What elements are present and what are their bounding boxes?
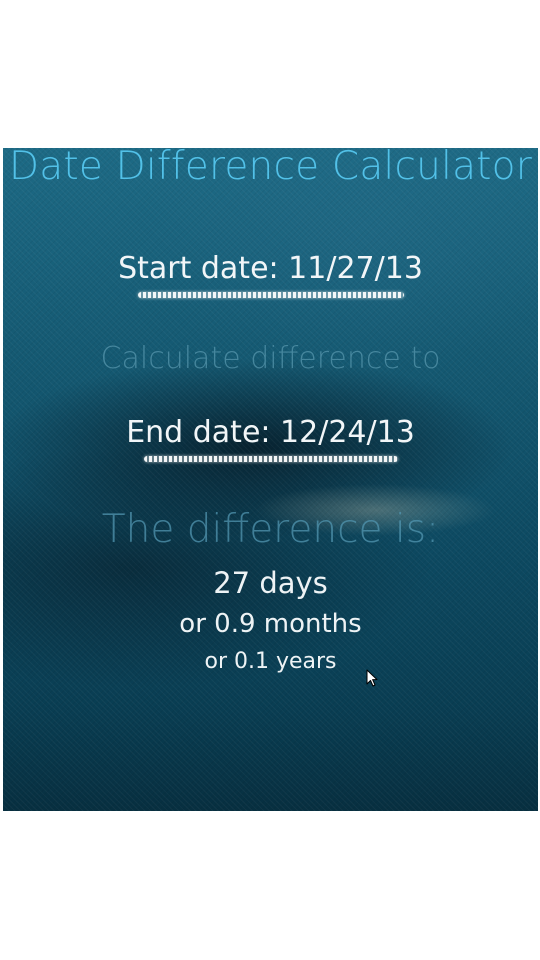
result-years: or 0.1 years [204, 649, 337, 674]
end-date-underline [143, 456, 398, 462]
calculate-difference-label: Calculate difference to [100, 341, 441, 376]
mouse-pointer-icon [366, 669, 378, 687]
end-date-button[interactable]: End date: 12/24/13 [3, 416, 538, 462]
app-window: Date Difference Calculator Start date: 1… [3, 148, 538, 811]
start-date-label: Start date: 11/27/13 [118, 251, 423, 286]
result-days: 27 days [213, 566, 328, 600]
app-content: Date Difference Calculator Start date: 1… [3, 148, 538, 811]
page-title: Date Difference Calculator [9, 148, 532, 189]
start-date-button[interactable]: Start date: 11/27/13 [3, 252, 538, 298]
end-date-label: End date: 12/24/13 [126, 415, 415, 450]
result-months: or 0.9 months [179, 609, 362, 639]
difference-heading: The difference is: [101, 507, 440, 552]
start-date-underline [137, 292, 404, 298]
